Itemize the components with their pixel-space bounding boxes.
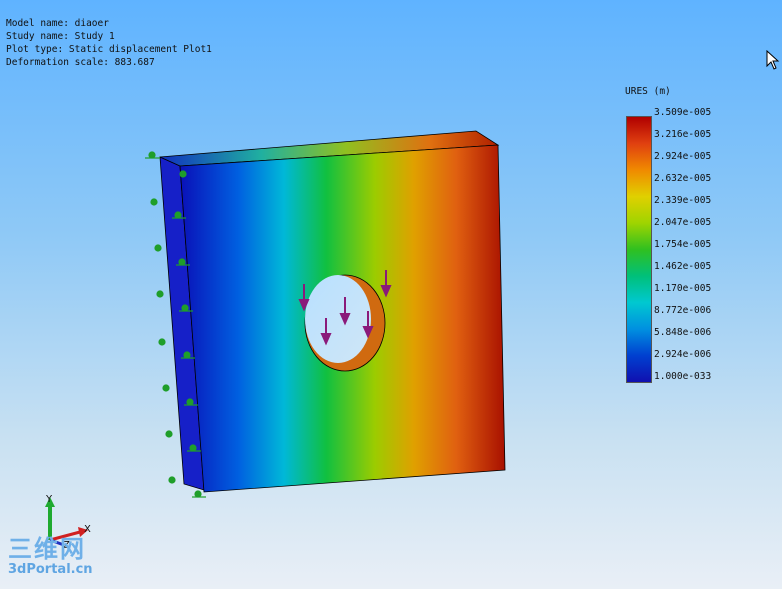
legend-tick-label: 2.339e-005 (654, 195, 712, 206)
legend-tick-label: 3.509e-005 (654, 107, 712, 118)
legend-tick-label: 2.047e-005 (654, 217, 712, 228)
legend-tick-label: 2.924e-005 (654, 151, 712, 162)
legend-tick-label: 3.216e-005 (654, 129, 712, 140)
color-scale-bar (626, 116, 652, 383)
legend-tick-label: 1.754e-005 (654, 239, 712, 250)
legend-tick-label: 2.924e-006 (654, 349, 712, 360)
watermark-cn: 三维网 (8, 535, 86, 563)
watermark: 三维网 3dPortal.cn (8, 536, 93, 577)
watermark-en: 3dPortal.cn (8, 562, 93, 577)
axis-x-label: X (84, 524, 91, 535)
legend-tick-label: 1.462e-005 (654, 261, 712, 272)
legend-tick-label: 2.632e-005 (654, 173, 712, 184)
legend-tick-label: 1.170e-005 (654, 283, 712, 294)
legend-tick-label: 8.772e-006 (654, 305, 712, 316)
legend-tick-label: 5.848e-006 (654, 327, 712, 338)
legend-ticks: 3.509e-005 3.216e-005 2.924e-005 2.632e-005… (654, 107, 711, 393)
legend-tick-label: 1.000e-033 (654, 371, 712, 382)
axis-y-label: Y (45, 494, 53, 505)
legend-title: URES (m) (625, 86, 671, 97)
